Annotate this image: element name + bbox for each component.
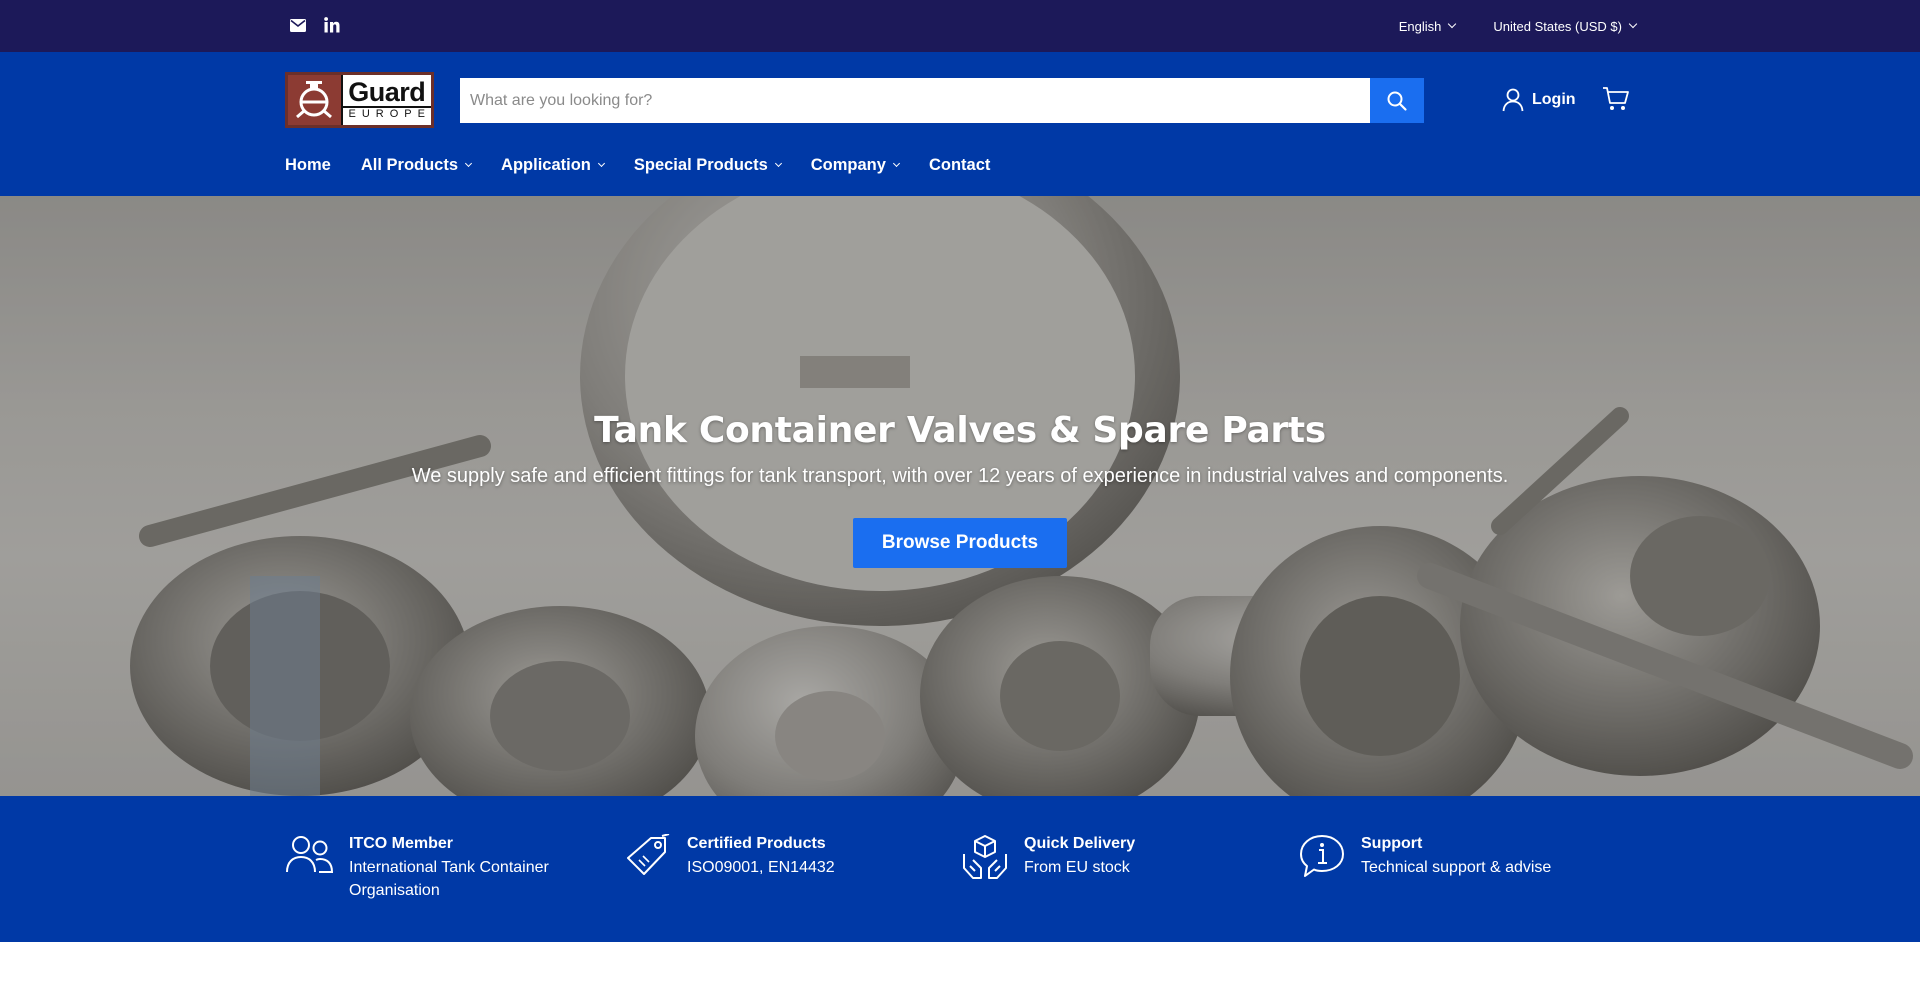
- feature-description: International Tank Container Organisatio…: [349, 859, 549, 899]
- linkedin-icon[interactable]: [323, 16, 341, 34]
- site-header: Guard EUROPE Login Home All Products Appli…: [0, 52, 1920, 196]
- nav-item-label: Application: [501, 156, 591, 174]
- feature-certified: Certified Products ISO09001, EN14432: [623, 834, 835, 880]
- language-selector[interactable]: English: [1398, 18, 1457, 34]
- search-icon: [1387, 91, 1407, 111]
- mail-icon[interactable]: [289, 16, 307, 34]
- info-bubble-icon: [1300, 835, 1344, 877]
- nav-item-special-products[interactable]: Special Products: [633, 156, 782, 175]
- feature-title: Quick Delivery: [1024, 835, 1136, 852]
- nav-item-all-products[interactable]: All Products: [360, 156, 473, 175]
- language-label: English: [1398, 18, 1442, 34]
- search-bar: [460, 78, 1424, 123]
- hero-banner: Tank Container Valves & Spare Parts We s…: [0, 196, 1920, 796]
- search-input[interactable]: [460, 78, 1370, 123]
- feature-title: Certified Products: [687, 835, 826, 852]
- nav-item-company[interactable]: Company: [810, 156, 900, 175]
- feature-support: Support Technical support & advise: [1297, 834, 1551, 880]
- hero-title: Tank Container Valves & Spare Parts: [594, 410, 1326, 451]
- nav-item-label: All Products: [360, 156, 459, 174]
- nav-item-application[interactable]: Application: [501, 156, 605, 175]
- feature-title: ITCO Member: [349, 835, 454, 852]
- cart-button[interactable]: [1602, 86, 1630, 117]
- feature-description: From EU stock: [1024, 859, 1130, 876]
- currency-selector[interactable]: United States (USD $): [1493, 18, 1638, 34]
- logo-wordmark: Guard: [348, 77, 426, 107]
- chevron-down-icon: [892, 159, 900, 168]
- chevron-down-icon: [1448, 19, 1457, 29]
- chevron-down-icon: [1628, 19, 1638, 29]
- chevron-down-icon: [464, 159, 473, 168]
- valve-logo-icon: [288, 75, 341, 125]
- browse-products-button[interactable]: Browse Products: [852, 518, 1068, 568]
- chevron-down-icon: [774, 159, 782, 168]
- user-icon: [1502, 88, 1524, 112]
- feature-delivery: Quick Delivery From EU stock: [960, 834, 1135, 880]
- search-button[interactable]: [1370, 78, 1424, 123]
- features-bar: ITCO Member International Tank Container…: [0, 796, 1920, 942]
- nav-item-label: Special Products: [633, 156, 768, 174]
- login-link[interactable]: Login: [1502, 88, 1576, 112]
- feature-itco: ITCO Member International Tank Container…: [285, 834, 559, 902]
- logo-subtext: EUROPE: [342, 106, 431, 121]
- nav-item-label: Company: [810, 156, 886, 174]
- tag-icon: [627, 834, 670, 875]
- nav-item-label: Contact: [928, 156, 991, 174]
- users-icon: [286, 836, 334, 873]
- feature-description: Technical support & advise: [1361, 859, 1552, 876]
- top-bar: English United States (USD $): [0, 0, 1920, 52]
- currency-label: United States (USD $): [1493, 18, 1622, 34]
- hero-subtitle: We supply safe and efficient fittings fo…: [411, 465, 1509, 487]
- chevron-down-icon: [597, 159, 605, 168]
- nav-item-contact[interactable]: Contact: [929, 156, 990, 175]
- feature-title: Support: [1361, 835, 1423, 852]
- cart-icon: [1603, 87, 1629, 110]
- social-links: [289, 16, 341, 34]
- package-hands-icon: [963, 835, 1007, 879]
- login-label: Login: [1532, 91, 1576, 108]
- main-navigation: Home All Products Application Special Produ…: [285, 156, 990, 175]
- site-logo[interactable]: Guard EUROPE: [285, 72, 434, 128]
- nav-item-label: Home: [285, 156, 331, 174]
- nav-item-home[interactable]: Home: [285, 156, 331, 175]
- feature-description: ISO09001, EN14432: [687, 859, 835, 876]
